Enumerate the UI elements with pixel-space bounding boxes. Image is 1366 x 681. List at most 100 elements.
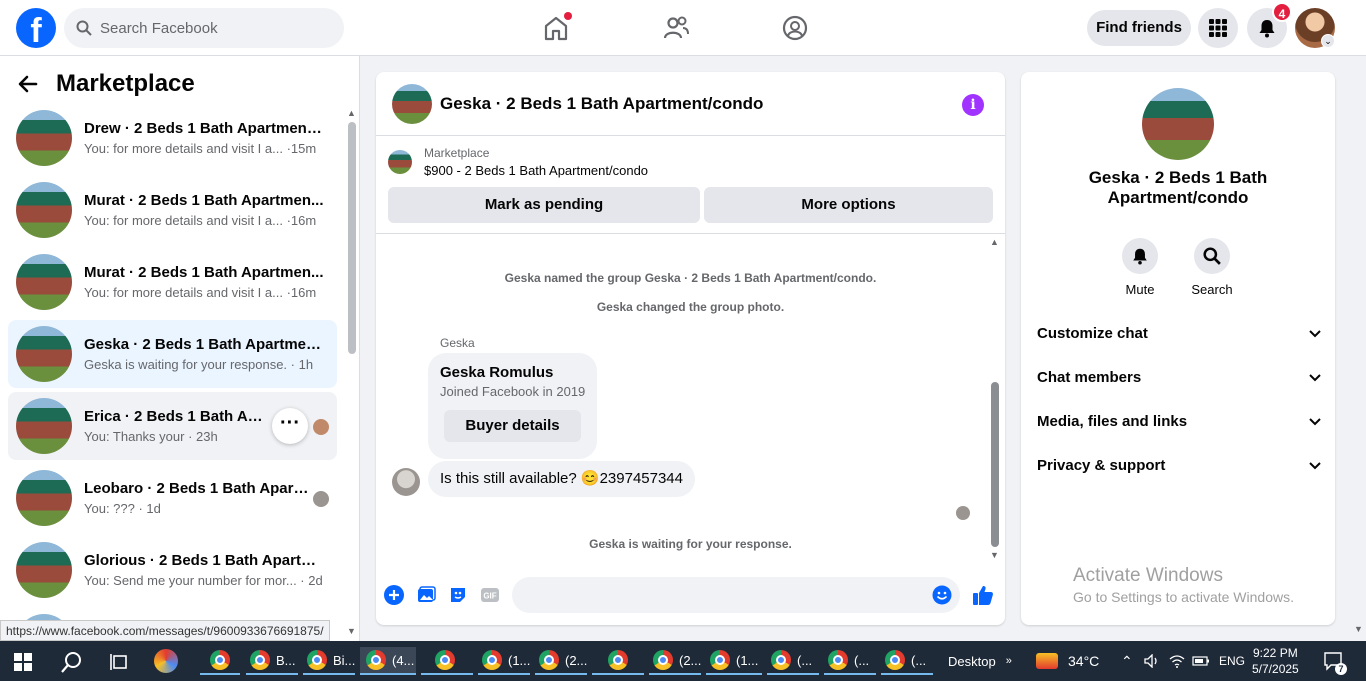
conversation-item[interactable]: Drew · 2 Beds 1 Bath Apartment... You: fo… (8, 104, 337, 172)
section-label: Media, files and links (1037, 413, 1188, 430)
clock[interactable]: 9:22 PM 5/7/2025 (1252, 641, 1299, 681)
scroll-up-arrow-icon[interactable]: ▲ (990, 237, 999, 247)
group-title-line2: Apartment/condo (1107, 188, 1249, 207)
system-message: Geska changed the group photo. (596, 300, 785, 314)
listing-thumbnail (388, 150, 412, 174)
chevron-down-icon (1309, 461, 1321, 469)
search-in-chat-button[interactable]: Search (1182, 238, 1242, 297)
battery-icon[interactable] (1192, 641, 1210, 681)
taskbar-chrome-window[interactable] (592, 647, 644, 675)
conversation-item-active[interactable]: Geska · 2 Beds 1 Bath Apartment... Geska … (8, 320, 337, 388)
chrome-icon (608, 650, 628, 670)
photo-icon[interactable] (416, 585, 436, 605)
chat-title[interactable]: Geska · 2 Beds 1 Bath Apartment/condo (440, 94, 763, 114)
sticker-icon[interactable] (448, 585, 468, 605)
taskbar-chrome-window[interactable]: Bi... (303, 647, 355, 675)
back-arrow-icon[interactable] (18, 74, 38, 94)
emoji-icon[interactable] (932, 585, 952, 605)
volume-icon[interactable] (1144, 641, 1160, 681)
chevron-down-icon[interactable]: ⌄ (1321, 34, 1335, 48)
taskbar-chrome-window[interactable]: (... (767, 647, 819, 675)
search-icon[interactable] (61, 651, 83, 673)
friends-nav[interactable] (660, 12, 692, 44)
scroll-down-arrow-icon[interactable]: ▼ (1354, 624, 1363, 634)
taskbar-chrome-window[interactable]: (... (881, 647, 933, 675)
taskbar-chrome-window[interactable]: B... (246, 647, 298, 675)
search-input[interactable]: Search Facebook (64, 8, 344, 48)
page-scrollbar[interactable] (1352, 56, 1366, 641)
listing-thumbnail (16, 326, 72, 382)
bell-icon (1133, 248, 1147, 265)
taskbar-chrome-window[interactable]: (1... (478, 647, 530, 675)
waiting-message: Geska is waiting for your response. (589, 537, 792, 551)
mute-label: Mute (1125, 282, 1155, 297)
taskbar-chrome-window[interactable]: (1... (706, 647, 762, 675)
chat-panel: Geska · 2 Beds 1 Bath Apartment/condo i … (376, 72, 1005, 625)
scroll-up-arrow-icon[interactable]: ▲ (347, 108, 356, 118)
language-indicator[interactable]: ENG (1219, 641, 1245, 681)
home-nav[interactable] (540, 12, 572, 44)
mute-button[interactable]: Mute (1110, 238, 1170, 297)
chat-thumbnail[interactable] (392, 83, 432, 124)
like-icon[interactable] (972, 584, 994, 606)
sidebar-scrollbar[interactable] (348, 122, 356, 354)
chevron-up-icon[interactable]: ⌃ (1121, 641, 1133, 681)
message-composer: GIF (376, 577, 1005, 613)
scroll-down-arrow-icon[interactable]: ▼ (347, 626, 356, 636)
activate-windows-subtitle: Go to Settings to activate Windows. (1073, 589, 1294, 605)
desktop-label: Desktop (948, 653, 996, 669)
facebook-logo[interactable]: f (16, 8, 56, 48)
windows-start-icon[interactable] (14, 653, 32, 671)
conversation-item[interactable]: Leobaro · 2 Beds 1 Bath Apart... You: ???… (8, 464, 337, 532)
divider (376, 233, 1005, 234)
more-options-button[interactable]: More options (704, 187, 993, 223)
mark-as-pending-button[interactable]: Mark as pending (388, 187, 700, 223)
sender-avatar[interactable] (392, 468, 420, 496)
taskbar-chrome-window[interactable]: (2... (535, 647, 587, 675)
conversation-preview: You: ??? · 1d (84, 501, 161, 516)
notification-center-count: 7 (1335, 663, 1347, 675)
gif-icon[interactable]: GIF (480, 585, 500, 605)
marketplace-listing[interactable]: Marketplace $900 - 2 Beds 1 Bath Apartme… (388, 146, 648, 178)
conversation-item[interactable]: Murat · 2 Beds 1 Bath Apartmen... You: fo… (8, 248, 337, 316)
groups-nav[interactable] (779, 12, 811, 44)
find-friends-button[interactable]: Find friends (1087, 10, 1191, 46)
conversation-item[interactable]: Murat · 2 Beds 1 Bath Apartmen... You: fo… (8, 176, 337, 244)
conversation-item[interactable]: Glorious · 2 Beds 1 Bath Apartm... You: S… (8, 536, 337, 604)
chrome-icon (771, 650, 791, 670)
wifi-icon[interactable] (1169, 641, 1185, 681)
conversation-item[interactable]: Erica · 2 Beds 1 Bath Apartme You: Thanks… (8, 392, 337, 460)
conversation-preview: You: for more details and visit I a... ·… (84, 141, 317, 156)
weather-widget[interactable]: 34°C (1036, 641, 1099, 681)
group-photo[interactable] (1142, 88, 1214, 160)
taskbar-chrome-window[interactable]: (2... (649, 647, 701, 675)
task-view-icon[interactable] (110, 653, 130, 671)
plus-icon[interactable] (384, 585, 404, 605)
clock-time: 9:22 PM (1253, 646, 1298, 660)
chat-scrollbar[interactable] (991, 382, 999, 547)
buyer-details-button[interactable]: Buyer details (444, 410, 581, 442)
menu-button[interactable] (1198, 8, 1238, 48)
notification-center[interactable]: 7 (1323, 641, 1347, 681)
taskbar-chrome-window[interactable] (421, 647, 473, 675)
weather-icon (1036, 653, 1058, 669)
listing-thumbnail (16, 470, 72, 526)
more-options-button[interactable]: ··· (272, 408, 308, 444)
bell-icon (1259, 20, 1275, 38)
scroll-down-arrow-icon[interactable]: ▼ (990, 550, 999, 560)
desktop-toolbar[interactable]: Desktop » (948, 641, 1012, 681)
temperature: 34°C (1068, 653, 1100, 669)
chat-members-section[interactable]: Chat members (1037, 369, 1321, 386)
info-icon[interactable]: i (962, 94, 984, 116)
customize-chat-section[interactable]: Customize chat (1037, 325, 1321, 342)
message-input[interactable] (512, 577, 960, 613)
system-message: Geska named the group Geska · 2 Beds 1 B… (504, 271, 877, 285)
taskbar-chrome-window[interactable]: (... (824, 647, 876, 675)
media-files-links-section[interactable]: Media, files and links (1037, 413, 1321, 430)
taskbar-app[interactable] (200, 647, 240, 675)
privacy-support-section[interactable]: Privacy & support (1037, 457, 1321, 474)
conversation-name: Glorious · 2 Beds 1 Bath Apartm... (84, 552, 324, 569)
seen-indicator-avatar (956, 506, 970, 520)
taskbar-chrome-window[interactable]: (4... (360, 647, 416, 675)
taskbar-app[interactable] (154, 647, 178, 675)
